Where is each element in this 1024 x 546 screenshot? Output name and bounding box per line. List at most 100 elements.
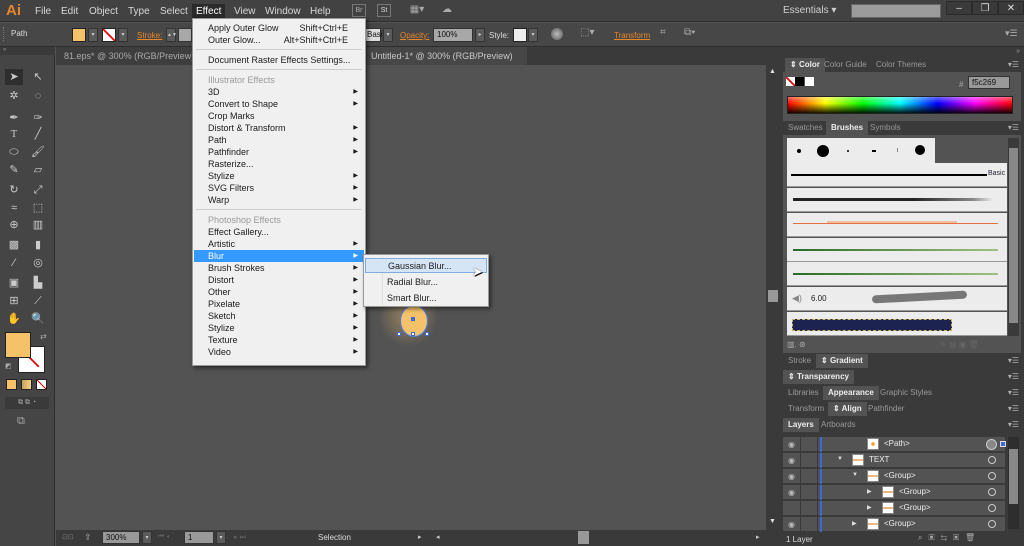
- scroll-down-icon[interactable]: ▼: [769, 518, 776, 525]
- menu-item-path[interactable]: Path ▶: [194, 134, 364, 146]
- artboard-nav-icon[interactable]: ⊡⊡: [62, 533, 74, 541]
- stroke-swatch[interactable]: [102, 28, 116, 42]
- lock-toggle[interactable]: [802, 453, 818, 468]
- brush-library-icon[interactable]: ▥. ⊛: [787, 340, 806, 349]
- menu-item-3d[interactable]: 3D ▶: [194, 86, 364, 98]
- tab-brushes[interactable]: Brushes: [826, 121, 869, 135]
- target-icon[interactable]: [988, 456, 996, 464]
- panel-menu-icon[interactable]: ▾☰: [1008, 123, 1019, 132]
- menu-object[interactable]: Object: [85, 4, 122, 20]
- lock-toggle[interactable]: [802, 517, 818, 532]
- panel-menu-icon[interactable]: ▾☰: [1008, 356, 1019, 365]
- recolor-artwork-icon[interactable]: [551, 28, 563, 40]
- menu-select[interactable]: Select: [156, 4, 192, 20]
- menu-item-apply-outer-glow[interactable]: Apply Outer Glow Shift+Ctrl+E: [194, 22, 364, 34]
- export-icon[interactable]: ⇪: [84, 532, 92, 543]
- visibility-toggle[interactable]: ◉: [783, 437, 801, 452]
- drawing-modes-icon[interactable]: ⧉ ⧉ ◔: [5, 397, 49, 409]
- tab-gradient[interactable]: ⇕ Gradient: [816, 354, 868, 368]
- column-graph-tool-icon[interactable]: ▙: [29, 275, 47, 291]
- layer-row[interactable]: ▶ <Group>: [783, 501, 1005, 516]
- tab-artboards[interactable]: Artboards: [816, 418, 861, 432]
- tab-stroke[interactable]: Stroke: [783, 354, 816, 368]
- brush-green-1[interactable]: [787, 238, 1007, 262]
- workspace-switcher[interactable]: Essentials ▾: [783, 5, 836, 16]
- tab-align[interactable]: ⇕ Align: [828, 402, 867, 416]
- expand-toggle-icon[interactable]: ▶: [867, 504, 872, 511]
- layer-name[interactable]: <Group>: [884, 471, 916, 480]
- stock-icon[interactable]: St: [377, 4, 391, 17]
- brush-dropdown[interactable]: ▾: [383, 28, 393, 42]
- menu-item-radial-blur[interactable]: Radial Blur...: [365, 275, 487, 290]
- scroll-left-icon[interactable]: ◂: [436, 533, 440, 541]
- none-swatch[interactable]: [786, 77, 795, 86]
- collapse-toolbox-icon[interactable]: «: [0, 47, 55, 55]
- layer-row[interactable]: ◉ ▶ <Group>: [783, 485, 1005, 500]
- lasso-tool-icon[interactable]: ◌: [29, 88, 47, 104]
- zoom-tool-icon[interactable]: 🔍: [29, 311, 47, 327]
- menu-item-warp[interactable]: Warp ▶: [194, 194, 364, 206]
- scroll-up-icon[interactable]: ▲: [769, 68, 776, 75]
- lock-toggle[interactable]: [802, 501, 818, 516]
- restore-button[interactable]: ❐: [972, 1, 998, 15]
- screen-mode-icon[interactable]: ⧉: [17, 415, 25, 428]
- zoom-dropdown[interactable]: ▾: [142, 531, 152, 544]
- tab-layers[interactable]: Layers: [783, 418, 819, 432]
- lock-toggle[interactable]: [802, 437, 818, 452]
- free-transform-tool-icon[interactable]: ⬚: [29, 200, 47, 216]
- expand-toggle-icon[interactable]: ▶: [852, 520, 857, 527]
- menu-item-sketch[interactable]: Sketch ▶: [194, 310, 364, 322]
- brush-options-icons[interactable]: ✎ ▤ ▣ 🗑: [940, 340, 979, 349]
- brush-charcoal[interactable]: [787, 188, 1007, 212]
- close-button[interactable]: ✕: [998, 1, 1024, 15]
- tab-transparency[interactable]: ⇕ Transparency: [783, 370, 854, 384]
- panel-menu-icon[interactable]: ▾☰: [1005, 28, 1018, 39]
- brushes-scrollbar[interactable]: [1008, 138, 1019, 336]
- style-dropdown[interactable]: ▾: [528, 28, 538, 42]
- paintbrush-tool-icon[interactable]: 🖌: [29, 144, 47, 160]
- layer-row[interactable]: ◉ ▼ <Group>: [783, 469, 1005, 484]
- menu-item-video[interactable]: Video ▶: [194, 346, 364, 358]
- first-artboard-icon[interactable]: ⏮ ◂: [158, 533, 169, 541]
- opacity-arrow[interactable]: ▸: [475, 28, 485, 42]
- line-tool-icon[interactable]: ╱: [29, 126, 47, 142]
- none-mode-button[interactable]: [36, 379, 47, 390]
- tab-libraries[interactable]: Libraries: [783, 386, 824, 400]
- selection-indicator[interactable]: [1000, 441, 1006, 447]
- mesh-tool-icon[interactable]: ▩: [5, 237, 23, 253]
- brush-tip[interactable]: [847, 150, 849, 152]
- zoom-level-field[interactable]: 300%: [102, 531, 140, 544]
- bounding-handle[interactable]: [425, 332, 429, 336]
- brush-tip[interactable]: [872, 150, 876, 152]
- menu-type[interactable]: Type: [124, 4, 154, 20]
- stroke-dropdown[interactable]: ▾: [118, 28, 128, 42]
- menu-item-smart-blur[interactable]: Smart Blur...: [365, 291, 487, 306]
- tab-transform[interactable]: Transform: [783, 402, 829, 416]
- tab-document-untitled[interactable]: Untitled-1* @ 300% (RGB/Preview) ×: [363, 47, 527, 79]
- gradient-tool-icon[interactable]: ▮: [29, 237, 47, 253]
- menu-edit[interactable]: Edit: [57, 4, 82, 20]
- menu-item-crop-marks[interactable]: Crop Marks: [194, 110, 364, 122]
- visibility-toggle[interactable]: ◉: [783, 485, 801, 500]
- expand-toggle-icon[interactable]: ▼: [837, 456, 843, 462]
- fill-swatch[interactable]: [72, 28, 86, 42]
- ellipse-tool-icon[interactable]: ⬭: [5, 144, 23, 160]
- menu-item-other[interactable]: Other ▶: [194, 286, 364, 298]
- brush-green-2[interactable]: [787, 262, 1007, 286]
- warp-tool-icon[interactable]: ≈: [5, 200, 23, 216]
- minimize-button[interactable]: –: [946, 1, 972, 15]
- scroll-thumb[interactable]: [768, 290, 778, 302]
- target-icon[interactable]: [988, 520, 996, 528]
- opacity-field[interactable]: 100%: [433, 28, 473, 42]
- tab-swatches[interactable]: Swatches: [783, 121, 828, 135]
- magic-wand-tool-icon[interactable]: ✲: [5, 88, 23, 104]
- brush-basic[interactable]: Basic: [787, 163, 1007, 187]
- menu-item-pathfinder[interactable]: Pathfinder ▶: [194, 146, 364, 158]
- stroke-weight-stepper[interactable]: ▲▼: [166, 28, 177, 42]
- tab-color-guide[interactable]: Color Guide: [819, 58, 872, 72]
- tab-color-themes[interactable]: Color Themes: [871, 58, 931, 72]
- selection-tool-icon[interactable]: ➤: [5, 69, 23, 85]
- fill-color-box[interactable]: [5, 332, 31, 358]
- layer-row[interactable]: ◉ <Path>: [783, 437, 1006, 452]
- visibility-toggle[interactable]: ◉: [783, 453, 801, 468]
